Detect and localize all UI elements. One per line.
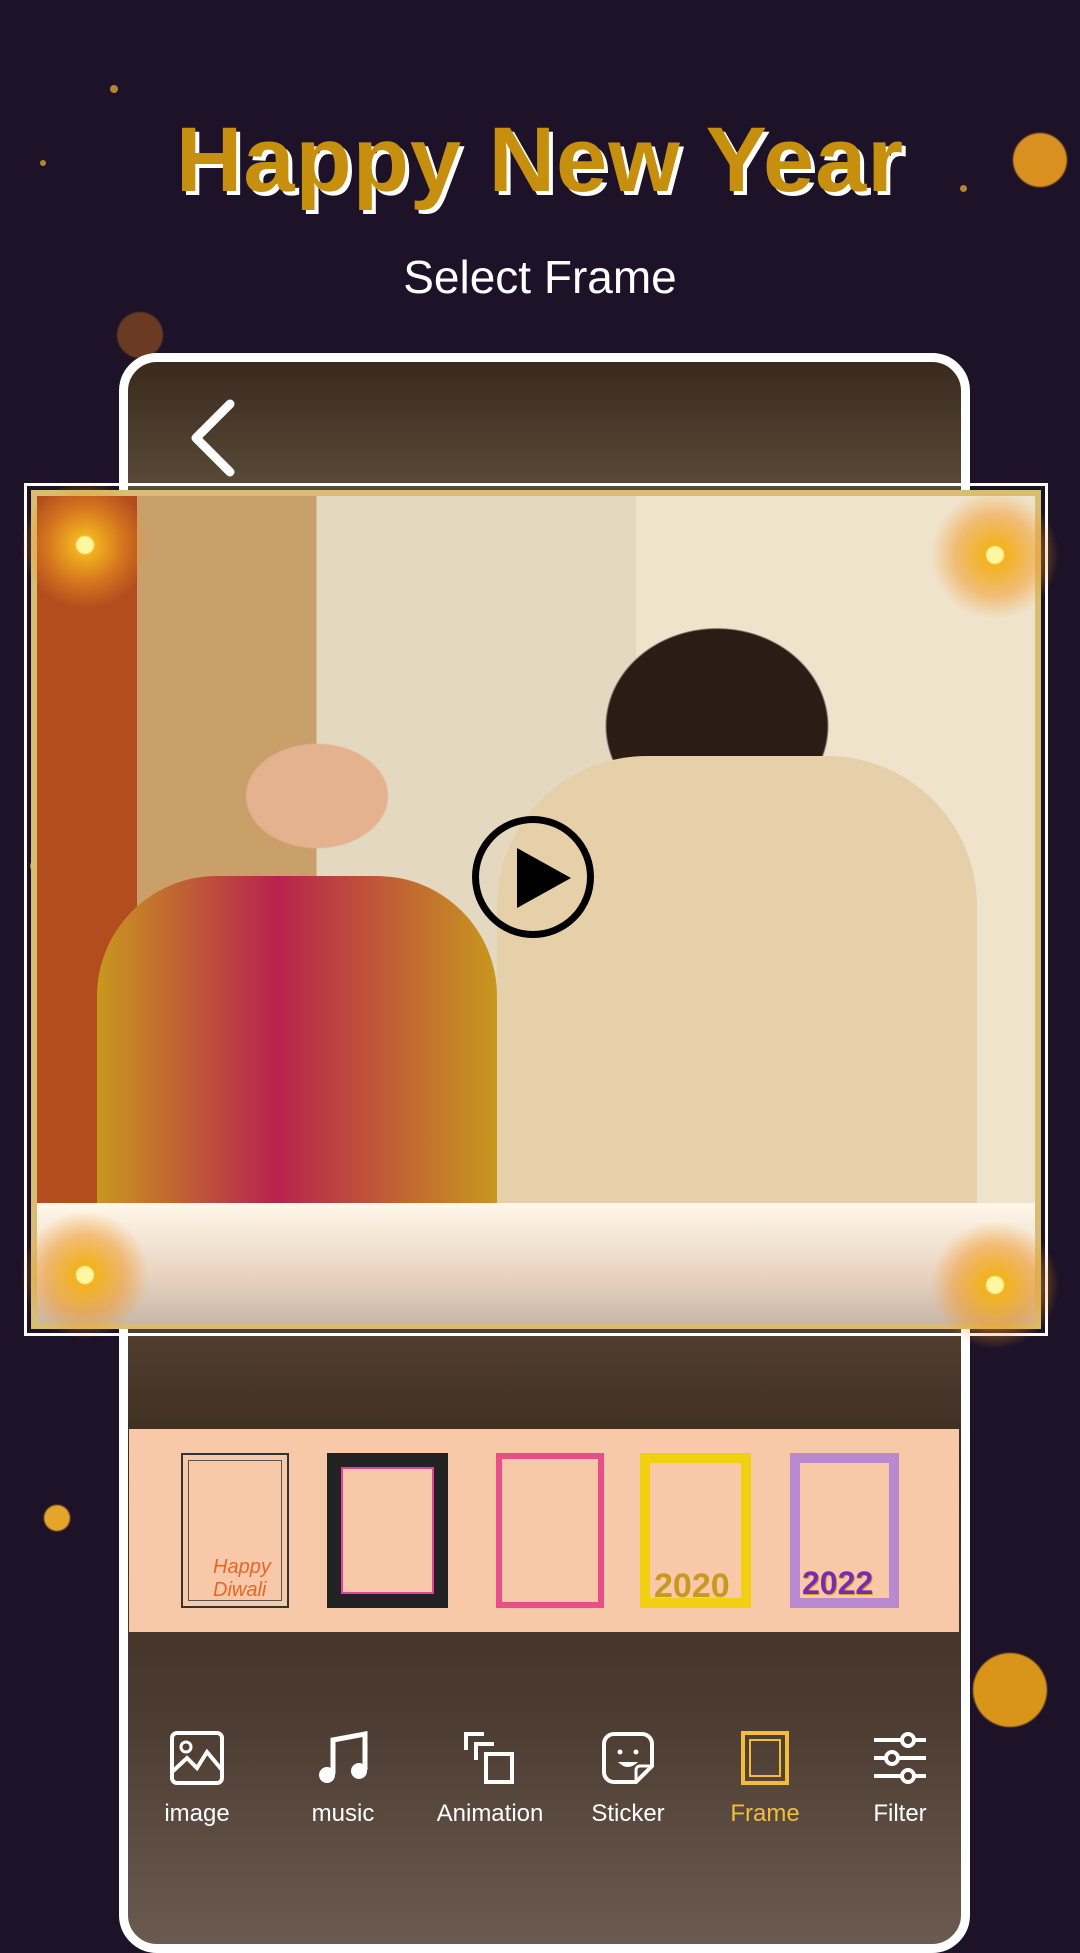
play-icon [517, 848, 571, 908]
tool-sticker[interactable]: Sticker [563, 1730, 693, 1828]
back-button[interactable] [184, 398, 244, 478]
photo-subject [97, 876, 497, 1206]
photo-table [37, 1203, 1035, 1323]
page-title: Happy New Year [175, 109, 905, 211]
page-subtitle: Select Frame [403, 251, 677, 303]
tool-filter[interactable]: Filter [835, 1730, 965, 1828]
tool-label: Filter [873, 1800, 927, 1827]
frame-thumb-pink[interactable] [496, 1453, 604, 1608]
chevron-left-icon [191, 399, 235, 477]
firework-decoration [20, 1210, 150, 1340]
frame-thumb-stars[interactable] [327, 1453, 448, 1608]
frame-selector: Happy Diwali 2020 2022 [129, 1429, 959, 1632]
editor-toolbar: image music Animation Sticker Frame Filt… [129, 1730, 959, 1870]
tool-label: Animation [436, 1800, 544, 1827]
frame-label: Happy Diwali [213, 1556, 271, 1601]
frame-label: 2022 [802, 1565, 874, 1601]
firework-decoration [930, 490, 1060, 620]
tool-image[interactable]: image [132, 1730, 262, 1828]
tool-frame[interactable]: Frame [700, 1730, 830, 1828]
play-button[interactable] [472, 816, 594, 938]
image-icon [170, 1731, 224, 1785]
photo-subject [497, 756, 977, 1216]
frame-thumb-2022[interactable]: 2022 [790, 1453, 899, 1608]
tool-label: Sticker [591, 1800, 665, 1827]
tool-label: Frame [730, 1800, 800, 1827]
animation-icon [464, 1732, 514, 1784]
tool-animation[interactable]: Animation [425, 1730, 555, 1828]
firework-decoration [20, 480, 150, 610]
music-note-icon [319, 1730, 368, 1783]
frame-thumb-diwali[interactable]: Happy Diwali [181, 1453, 289, 1608]
sliders-icon [874, 1732, 926, 1784]
frame-label: 2020 [654, 1567, 730, 1605]
tool-label: music [311, 1800, 375, 1827]
firework-decoration [930, 1220, 1060, 1350]
tool-music[interactable]: music [278, 1730, 408, 1828]
tool-label: image [164, 1800, 230, 1827]
sticker-icon [602, 1732, 654, 1784]
bokeh [110, 85, 118, 93]
frame-icon [741, 1731, 789, 1785]
frame-thumb-2020[interactable]: 2020 [640, 1453, 751, 1608]
